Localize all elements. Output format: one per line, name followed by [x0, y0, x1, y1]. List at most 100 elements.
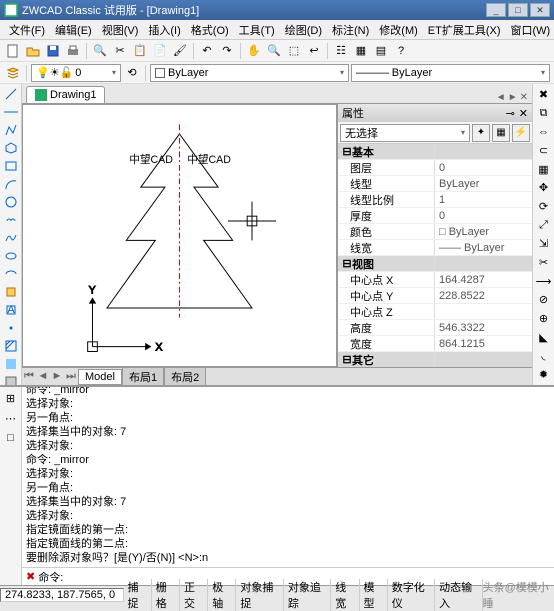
polygon-button[interactable] [2, 140, 20, 156]
tab-scroll-left[interactable]: ◄ [496, 92, 506, 103]
join-button[interactable]: ⊕ [535, 310, 553, 327]
properties-pin[interactable]: ⊸ [506, 107, 515, 120]
layer-manager-button[interactable] [4, 64, 22, 82]
move-button[interactable]: ✥ [535, 179, 553, 196]
insert-block-button[interactable] [2, 284, 20, 300]
layout-last[interactable]: ⏭ [64, 370, 78, 383]
prop-row[interactable]: 厚度0 [338, 208, 532, 224]
explode-button[interactable]: ✹ [535, 366, 553, 383]
prop-group[interactable]: ⊟其它 [338, 352, 532, 367]
cmd-tool1[interactable]: ⊞ [2, 389, 20, 407]
prop-row[interactable]: 高度546.3322 [338, 320, 532, 336]
mirror-button[interactable]: ⇔ [535, 123, 553, 140]
prop-row[interactable]: 宽度864.1215 [338, 336, 532, 352]
prop-row[interactable]: 中心点 Z [338, 304, 532, 320]
minimize-button[interactable]: _ [486, 3, 506, 17]
line-button[interactable] [2, 86, 20, 102]
layout-next[interactable]: ► [50, 370, 64, 383]
prop-group[interactable]: ⊟基本 [338, 144, 532, 160]
prop-group[interactable]: ⊟视图 [338, 256, 532, 272]
stretch-button[interactable]: ⇲ [535, 236, 553, 253]
properties-close[interactable]: ✕ [519, 107, 528, 120]
doc-tab-drawing1[interactable]: Drawing1 [26, 86, 105, 103]
region-button[interactable] [2, 374, 20, 385]
matchprop-button[interactable]: 🖌 [171, 42, 189, 60]
design-center-button[interactable]: ▦ [352, 42, 370, 60]
layout-first[interactable]: ⏮ [22, 370, 36, 383]
osnap-toggle[interactable]: 对象捕捉 [236, 579, 283, 611]
linetype-combo[interactable]: ——— ByLayer▾ [351, 64, 550, 82]
redo-button[interactable]: ↷ [218, 42, 236, 60]
coords-display[interactable]: 274.8233, 187.7565, 0 [0, 588, 124, 602]
zoom-window-button[interactable]: ⬚ [285, 42, 303, 60]
paste-button[interactable]: 📄 [151, 42, 169, 60]
otrack-toggle[interactable]: 对象追踪 [284, 579, 331, 611]
xline-button[interactable] [2, 104, 20, 120]
trim-button[interactable]: ✂ [535, 254, 553, 271]
open-button[interactable] [24, 42, 42, 60]
cut-button[interactable]: ✂ [111, 42, 129, 60]
tab-close[interactable]: ✕ [520, 92, 528, 103]
ellipse-arc-button[interactable] [2, 266, 20, 282]
layout-tab-model[interactable]: Model [78, 369, 122, 385]
model-toggle[interactable]: 模型 [360, 579, 388, 611]
help-button[interactable]: ? [392, 42, 410, 60]
layer-prev-button[interactable]: ⟲ [123, 64, 141, 82]
menu-file[interactable]: 文件(F) [4, 20, 50, 40]
scale-button[interactable]: ⤢ [535, 217, 553, 234]
revcloud-button[interactable] [2, 212, 20, 228]
ellipse-button[interactable] [2, 248, 20, 264]
menu-et[interactable]: ET扩展工具(X) [423, 20, 506, 40]
lwt-toggle[interactable]: 线宽 [331, 579, 359, 611]
prop-row[interactable]: 中心点 X164.4287 [338, 272, 532, 288]
menu-format[interactable]: 格式(O) [186, 20, 234, 40]
selection-combo[interactable]: 无选择▾ [340, 124, 470, 142]
menu-insert[interactable]: 插入(I) [143, 20, 185, 40]
preview-button[interactable]: 🔍 [91, 42, 109, 60]
close-button[interactable]: ✕ [530, 3, 550, 17]
prop-row[interactable]: 图层0 [338, 160, 532, 176]
new-button[interactable] [4, 42, 22, 60]
rotate-button[interactable]: ⟳ [535, 198, 553, 215]
fillet-button[interactable]: ◟ [535, 348, 553, 365]
pan-button[interactable]: ✋ [245, 42, 263, 60]
layout-tab-1[interactable]: 布局1 [122, 367, 164, 386]
tablet-toggle[interactable]: 数字化仪 [388, 579, 435, 611]
toggle-pickadd-button[interactable]: ✦ [472, 124, 490, 142]
extend-button[interactable]: ⟶ [535, 273, 553, 290]
save-button[interactable] [44, 42, 62, 60]
layout-prev[interactable]: ◄ [36, 370, 50, 383]
offset-button[interactable]: ⊂ [535, 142, 553, 159]
pline-button[interactable] [2, 122, 20, 138]
menu-window[interactable]: 窗口(W) [506, 20, 554, 40]
hatch-button[interactable] [2, 338, 20, 354]
drawing-canvas[interactable]: 中望CAD 中望CAD X Y [22, 104, 337, 367]
prop-row[interactable]: 线型ByLayer [338, 176, 532, 192]
snap-toggle[interactable]: 捕捉 [124, 579, 152, 611]
prop-row[interactable]: 颜色□ ByLayer [338, 224, 532, 240]
properties-button[interactable]: ☷ [332, 42, 350, 60]
menu-view[interactable]: 视图(V) [97, 20, 144, 40]
maximize-button[interactable]: □ [508, 3, 528, 17]
erase-button[interactable]: ✖ [535, 86, 553, 103]
layout-tab-2[interactable]: 布局2 [164, 367, 206, 386]
menu-modify[interactable]: 修改(M) [374, 20, 423, 40]
arc-button[interactable] [2, 176, 20, 192]
prop-row[interactable]: 中心点 Y228.8522 [338, 288, 532, 304]
menu-dim[interactable]: 标注(N) [327, 20, 374, 40]
array-button[interactable]: ▦ [535, 161, 553, 178]
print-button[interactable] [64, 42, 82, 60]
make-block-button[interactable]: A [2, 302, 20, 318]
color-combo[interactable]: ByLayer▾ [150, 64, 349, 82]
point-button[interactable] [2, 320, 20, 336]
circle-button[interactable] [2, 194, 20, 210]
chamfer-button[interactable]: ◣ [535, 329, 553, 346]
copy-obj-button[interactable]: ⧉ [535, 105, 553, 122]
quick-select-button[interactable]: ⚡ [512, 124, 530, 142]
menu-edit[interactable]: 编辑(E) [50, 20, 97, 40]
zoom-prev-button[interactable]: ↩ [305, 42, 323, 60]
cmd-tool3[interactable]: □ [2, 429, 20, 447]
command-history[interactable]: 命令:另一角点:命令:命令: _mirror选择对象:另一角点:选择集当中的对象… [22, 387, 554, 567]
dyn-toggle[interactable]: 动态输入 [435, 579, 482, 611]
undo-button[interactable]: ↶ [198, 42, 216, 60]
